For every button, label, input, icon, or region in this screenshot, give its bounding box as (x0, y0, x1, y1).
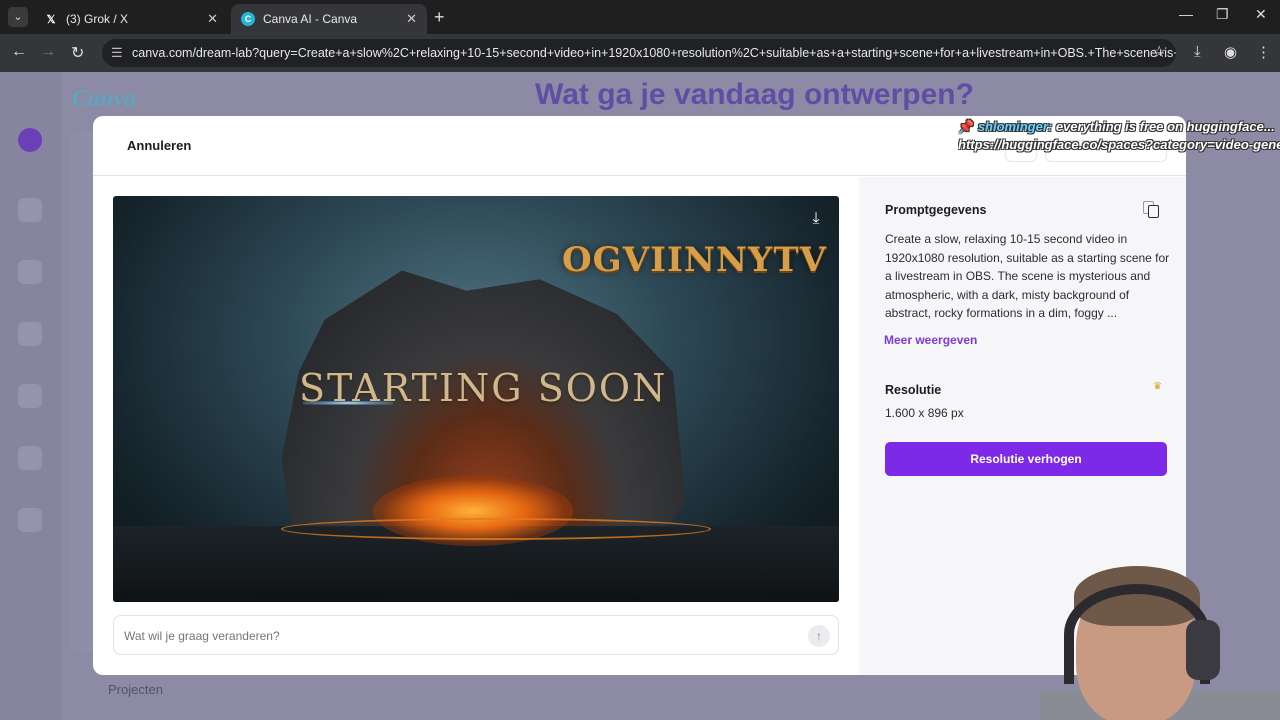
close-icon[interactable]: ✕ (406, 11, 417, 27)
resolution-value: 1.600 x 896 px (885, 406, 964, 420)
tab-grok[interactable]: 𝕏 (3) Grok / X ✕ (34, 4, 228, 34)
browser-toolbar: ← → ↻ ☰ canva.com/dream-lab?query=Create… (0, 34, 1280, 72)
lens-flare (303, 401, 393, 405)
glow-ring (281, 518, 711, 540)
chat-url: https://huggingface.co/spaces?category=v… (958, 137, 1280, 152)
image-brand-text: OGVIINNYTV (562, 240, 827, 280)
tab-search-icon[interactable]: ⌄ (8, 7, 28, 27)
address-bar[interactable]: ☰ canva.com/dream-lab?query=Create+a+slo… (102, 39, 1176, 67)
page-headline: Wat ga je vandaag ontwerpen? (535, 78, 974, 111)
sidebar-home-icon (18, 198, 42, 222)
generated-image: OGVIINNYTV STARTING SOON ⤓ (113, 196, 839, 602)
sidebar-brand-icon (18, 384, 42, 408)
headset-earcup (1186, 620, 1220, 680)
edit-prompt-box: ↑ (113, 615, 839, 655)
preview-area: OGVIINNYTV STARTING SOON ⤓ ↑ (93, 177, 859, 675)
bookmark-star-icon[interactable]: ☆ (1152, 42, 1166, 62)
close-window-icon[interactable]: ✕ (1255, 6, 1267, 23)
canva-logo-icon: C (241, 12, 255, 26)
copy-icon[interactable] (1143, 201, 1161, 219)
reload-icon[interactable]: ↻ (71, 43, 84, 63)
projects-label: Projecten (108, 682, 163, 697)
chat-username: shlominger: (977, 119, 1053, 134)
back-icon[interactable]: ← (11, 43, 27, 61)
download-icon[interactable]: ⤓ (803, 206, 829, 232)
x-logo-icon: 𝕏 (46, 13, 56, 26)
close-icon[interactable]: ✕ (207, 11, 218, 27)
send-arrow-icon[interactable]: ↑ (808, 625, 830, 647)
profile-avatar-icon[interactable]: ◉ (1224, 43, 1237, 61)
site-info-icon[interactable]: ☰ (111, 45, 123, 61)
crown-icon: ♛ (1153, 381, 1162, 392)
sidebar-create-icon (18, 128, 42, 152)
download-icon[interactable]: ⤓ (1194, 43, 1201, 60)
canva-sidebar (0, 72, 62, 720)
sidebar-ai-icon (18, 446, 42, 470)
show-more-link[interactable]: Meer weergeven (884, 333, 977, 347)
tab-canva[interactable]: C Canva AI - Canva ✕ (231, 4, 427, 34)
ai-result-modal: Annuleren OGVIINNYTV STARTING SOON ⤓ ↑ P… (93, 116, 1186, 675)
forward-icon[interactable]: → (40, 43, 56, 61)
minimize-icon[interactable]: — (1179, 6, 1193, 22)
new-tab-button[interactable]: + (434, 7, 445, 28)
sidebar-templates-icon (18, 322, 42, 346)
tab-title: Canva AI - Canva (263, 12, 358, 26)
edit-prompt-input[interactable] (124, 625, 794, 647)
chat-message: everything is free on huggingface... (1052, 119, 1275, 134)
prompt-heading: Promptgegevens (885, 203, 987, 217)
cancel-button[interactable]: Annuleren (127, 138, 191, 153)
stream-chat-ticker: 📌 shlominger: everything is free on hugg… (958, 118, 1280, 154)
canva-logo: Canva (72, 86, 137, 112)
upgrade-resolution-button[interactable]: Resolutie verhogen (885, 442, 1167, 476)
pin-icon: 📌 (958, 119, 975, 134)
url-text: canva.com/dream-lab?query=Create+a+slow%… (132, 46, 1176, 60)
webcam-overlay (1040, 560, 1280, 720)
sidebar-projects-icon (18, 260, 42, 284)
prompt-text: Create a slow, relaxing 10-15 second vid… (885, 232, 1170, 320)
menu-kebab-icon[interactable]: ⋮ (1256, 43, 1271, 61)
browser-tab-bar: ⌄ 𝕏 (3) Grok / X ✕ C Canva AI - Canva ✕ … (0, 0, 1280, 34)
tab-title: (3) Grok / X (66, 12, 129, 26)
restore-icon[interactable]: ❐ (1216, 6, 1229, 23)
resolution-heading: Resolutie (885, 383, 942, 397)
sidebar-apps-icon (18, 508, 42, 532)
